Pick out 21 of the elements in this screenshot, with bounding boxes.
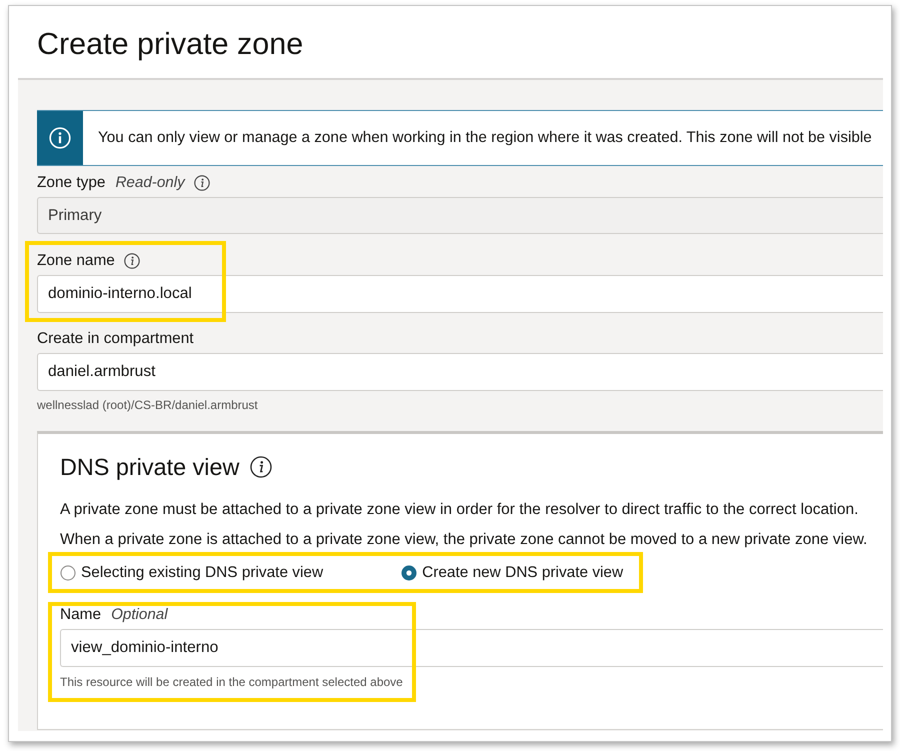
field-label: Zone name xyxy=(37,252,115,270)
input-field[interactable]: daniel.armbrust xyxy=(37,353,883,391)
field-qualifier: Read-only xyxy=(115,174,185,192)
banner-message: You can only view or manage a zone when working in the region where it was created. This zone will not be visible xyxy=(98,129,872,147)
field-hint: This resource will be created in the compartment selected above xyxy=(60,674,403,690)
field-label: Name xyxy=(60,606,102,624)
input-field[interactable]: dominio-interno.local xyxy=(37,275,883,313)
description-text: When a private zone is attached to a private zone view, the private zone cannot be moved to a new private zone view. xyxy=(60,530,868,550)
page-title: Create private zone xyxy=(37,26,304,62)
info-icon xyxy=(250,456,272,478)
field-hint: wellnesslad (root)/CS-BR/daniel.armbrust xyxy=(37,397,258,413)
description-text: A private zone must be attached to a private zone view in order for the resolver to direct traffic to the correct location. xyxy=(60,500,858,520)
field-qualifier: Optional xyxy=(111,606,168,624)
section-title: DNS private view xyxy=(60,453,240,481)
radio-option[interactable]: Create new DNS private view xyxy=(401,564,624,582)
input-field[interactable]: view_dominio-interno xyxy=(60,629,883,667)
readonly-field: Primary xyxy=(37,197,883,234)
field-label: Zone type xyxy=(37,174,106,192)
field-label: Create in compartment xyxy=(37,330,194,348)
info-icon xyxy=(49,127,71,149)
radio-option[interactable]: Selecting existing DNS private view xyxy=(60,564,324,582)
